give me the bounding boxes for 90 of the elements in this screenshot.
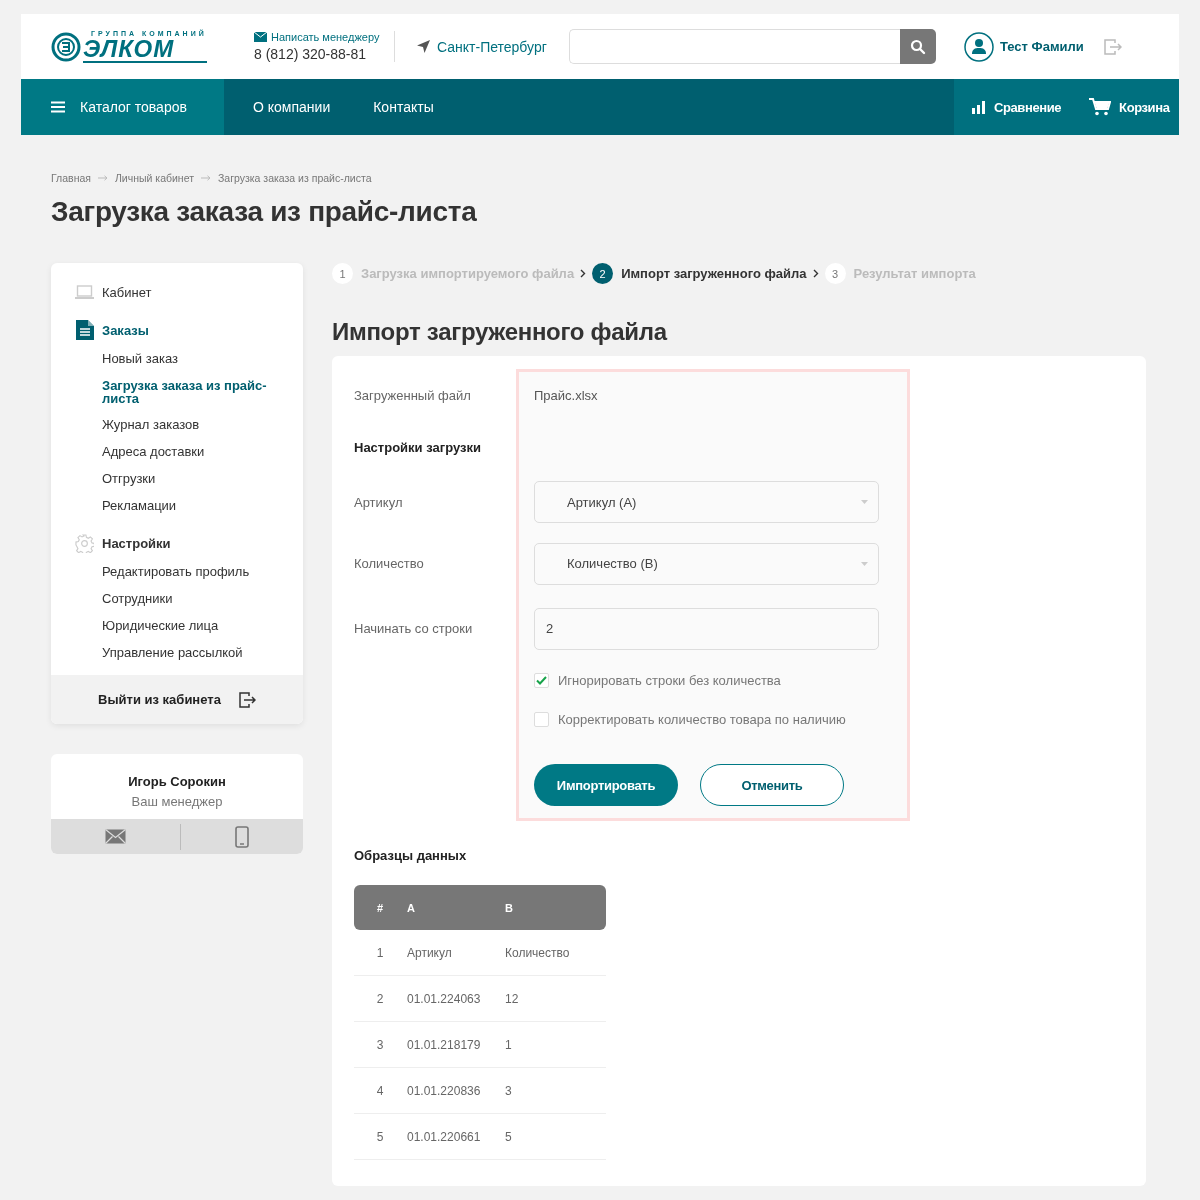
table-cell: 4 [354,1067,406,1114]
sidebar-section-link[interactable]: Заказы [102,322,149,338]
dropdown[interactable]: Артикул (A) [534,481,879,523]
sidebar-item[interactable]: Управление рассылкой [102,645,283,661]
step-number: 2 [592,263,614,284]
logo-icon [51,31,81,62]
checkbox-label: Корректировать количество товара по наличию [558,711,846,727]
sidebar-item[interactable]: Журнал заказов [102,417,283,433]
logo-text: ЭЛКОМ [83,37,207,63]
sidebar-item[interactable]: Загрузка заказа из прайс-листа [102,378,272,406]
location-arrow-icon [417,40,430,53]
checkmark-icon [536,675,547,685]
arrow-right-icon [200,175,211,181]
logout-link[interactable]: Выйти из кабинета [98,692,221,707]
phone-icon[interactable] [235,825,249,848]
phone-number: 8 (812) 320-88-81 [254,46,368,62]
breadcrumb-link[interactable]: Загрузка заказа из прайс-листа [217,172,372,184]
sidebar-section-link[interactable]: Кабинет [102,285,152,300]
sidebar-item[interactable]: Редактировать профиль [102,564,283,580]
table-cell: 1 [504,1021,606,1068]
breadcrumb-link[interactable]: Личный кабинет [114,172,194,184]
cart-icon [1089,98,1112,116]
chevron-right-icon [812,269,819,278]
column-header: A [406,885,504,930]
caret-down-icon [861,500,868,504]
settings-heading: Настройки загрузки [354,439,482,455]
user-avatar-icon[interactable] [964,31,994,62]
nav-link[interactable]: Контакты [373,99,434,115]
table-cell: 5 [354,1113,406,1160]
caret-down-icon [861,561,868,566]
document-icon [75,320,94,340]
sidebar-item[interactable]: Отгрузки [102,471,283,487]
sidebar-item[interactable]: Рекламации [102,498,283,514]
search-icon [910,38,926,55]
field-label: Начинать со строки [354,621,474,636]
samples-heading: Образцы данных [354,848,468,863]
sidebar-item[interactable]: Новый заказ [102,351,283,367]
sidebar-item[interactable]: Сотрудники [102,591,283,607]
sidebar-item[interactable]: Юридические лица [102,618,283,634]
dropdown[interactable]: Количество (B) [534,542,879,585]
field-label: Загруженный файл [354,387,472,403]
input-field[interactable]: 2 [534,607,879,650]
table-cell: 01.01.220836 [406,1067,504,1114]
arrow-right-icon [97,175,108,181]
table-cell: 3 [504,1067,606,1114]
step-label: Импорт загруженного файла [621,266,807,281]
gear-icon [75,534,94,553]
field-label: Количество [354,556,425,571]
table-cell: 2 [354,975,406,1022]
step-number: 3 [824,263,846,284]
catalog-menu-button[interactable]: Каталог товаров [21,79,224,135]
column-header: # [354,885,406,930]
search-field[interactable] [569,29,900,64]
step-number: 1 [332,263,353,284]
compare-link[interactable]: Сравнение [972,99,1062,115]
table-cell: Количество [504,930,606,976]
table-cell: 01.01.220661 [406,1113,504,1160]
user-name[interactable]: Тест Фамили [1000,39,1086,54]
write-manager-link[interactable]: Написать менеджеру [271,31,380,43]
sidebar-item[interactable]: Адреса доставки [102,444,283,460]
table-cell: 3 [354,1021,406,1068]
cart-link[interactable]: Корзина [1089,98,1170,116]
field-label: Артикул [354,494,404,510]
search-button[interactable] [900,29,936,64]
breadcrumb-link[interactable]: Главная [51,172,91,184]
mail-icon[interactable] [105,829,126,844]
section-title: Импорт загруженного файла [332,318,669,346]
manager-role: Ваш менеджер [130,793,224,811]
envelope-icon [254,32,267,42]
import-button[interactable]: Импортировать [534,764,678,806]
table-cell: 1 [354,930,406,976]
bar-chart-icon [972,100,986,114]
chevron-right-icon [580,269,587,278]
table-cell: 12 [504,975,606,1022]
manager-name: Игорь Сорокин [127,773,227,789]
table-cell: 5 [504,1113,606,1160]
checkbox-label: Игнорировать строки без количества [558,672,781,688]
nav-link[interactable]: О компании [253,99,331,115]
table-cell: 01.01.218179 [406,1021,504,1068]
cancel-button[interactable]: Отменить [700,764,844,806]
table-cell: Артикул [406,930,504,976]
file-name: Прайс.xlsx [533,387,599,403]
sidebar-section-link[interactable]: Настройки [102,536,171,551]
city-link[interactable]: Санкт-Петербург [437,38,547,55]
menu-icon [51,101,65,113]
column-header: B [504,885,606,930]
logout-icon[interactable] [238,691,256,708]
table-cell: 01.01.224063 [406,975,504,1022]
page-title: Загрузка заказа из прайс-листа [51,196,478,228]
laptop-icon [75,285,94,300]
